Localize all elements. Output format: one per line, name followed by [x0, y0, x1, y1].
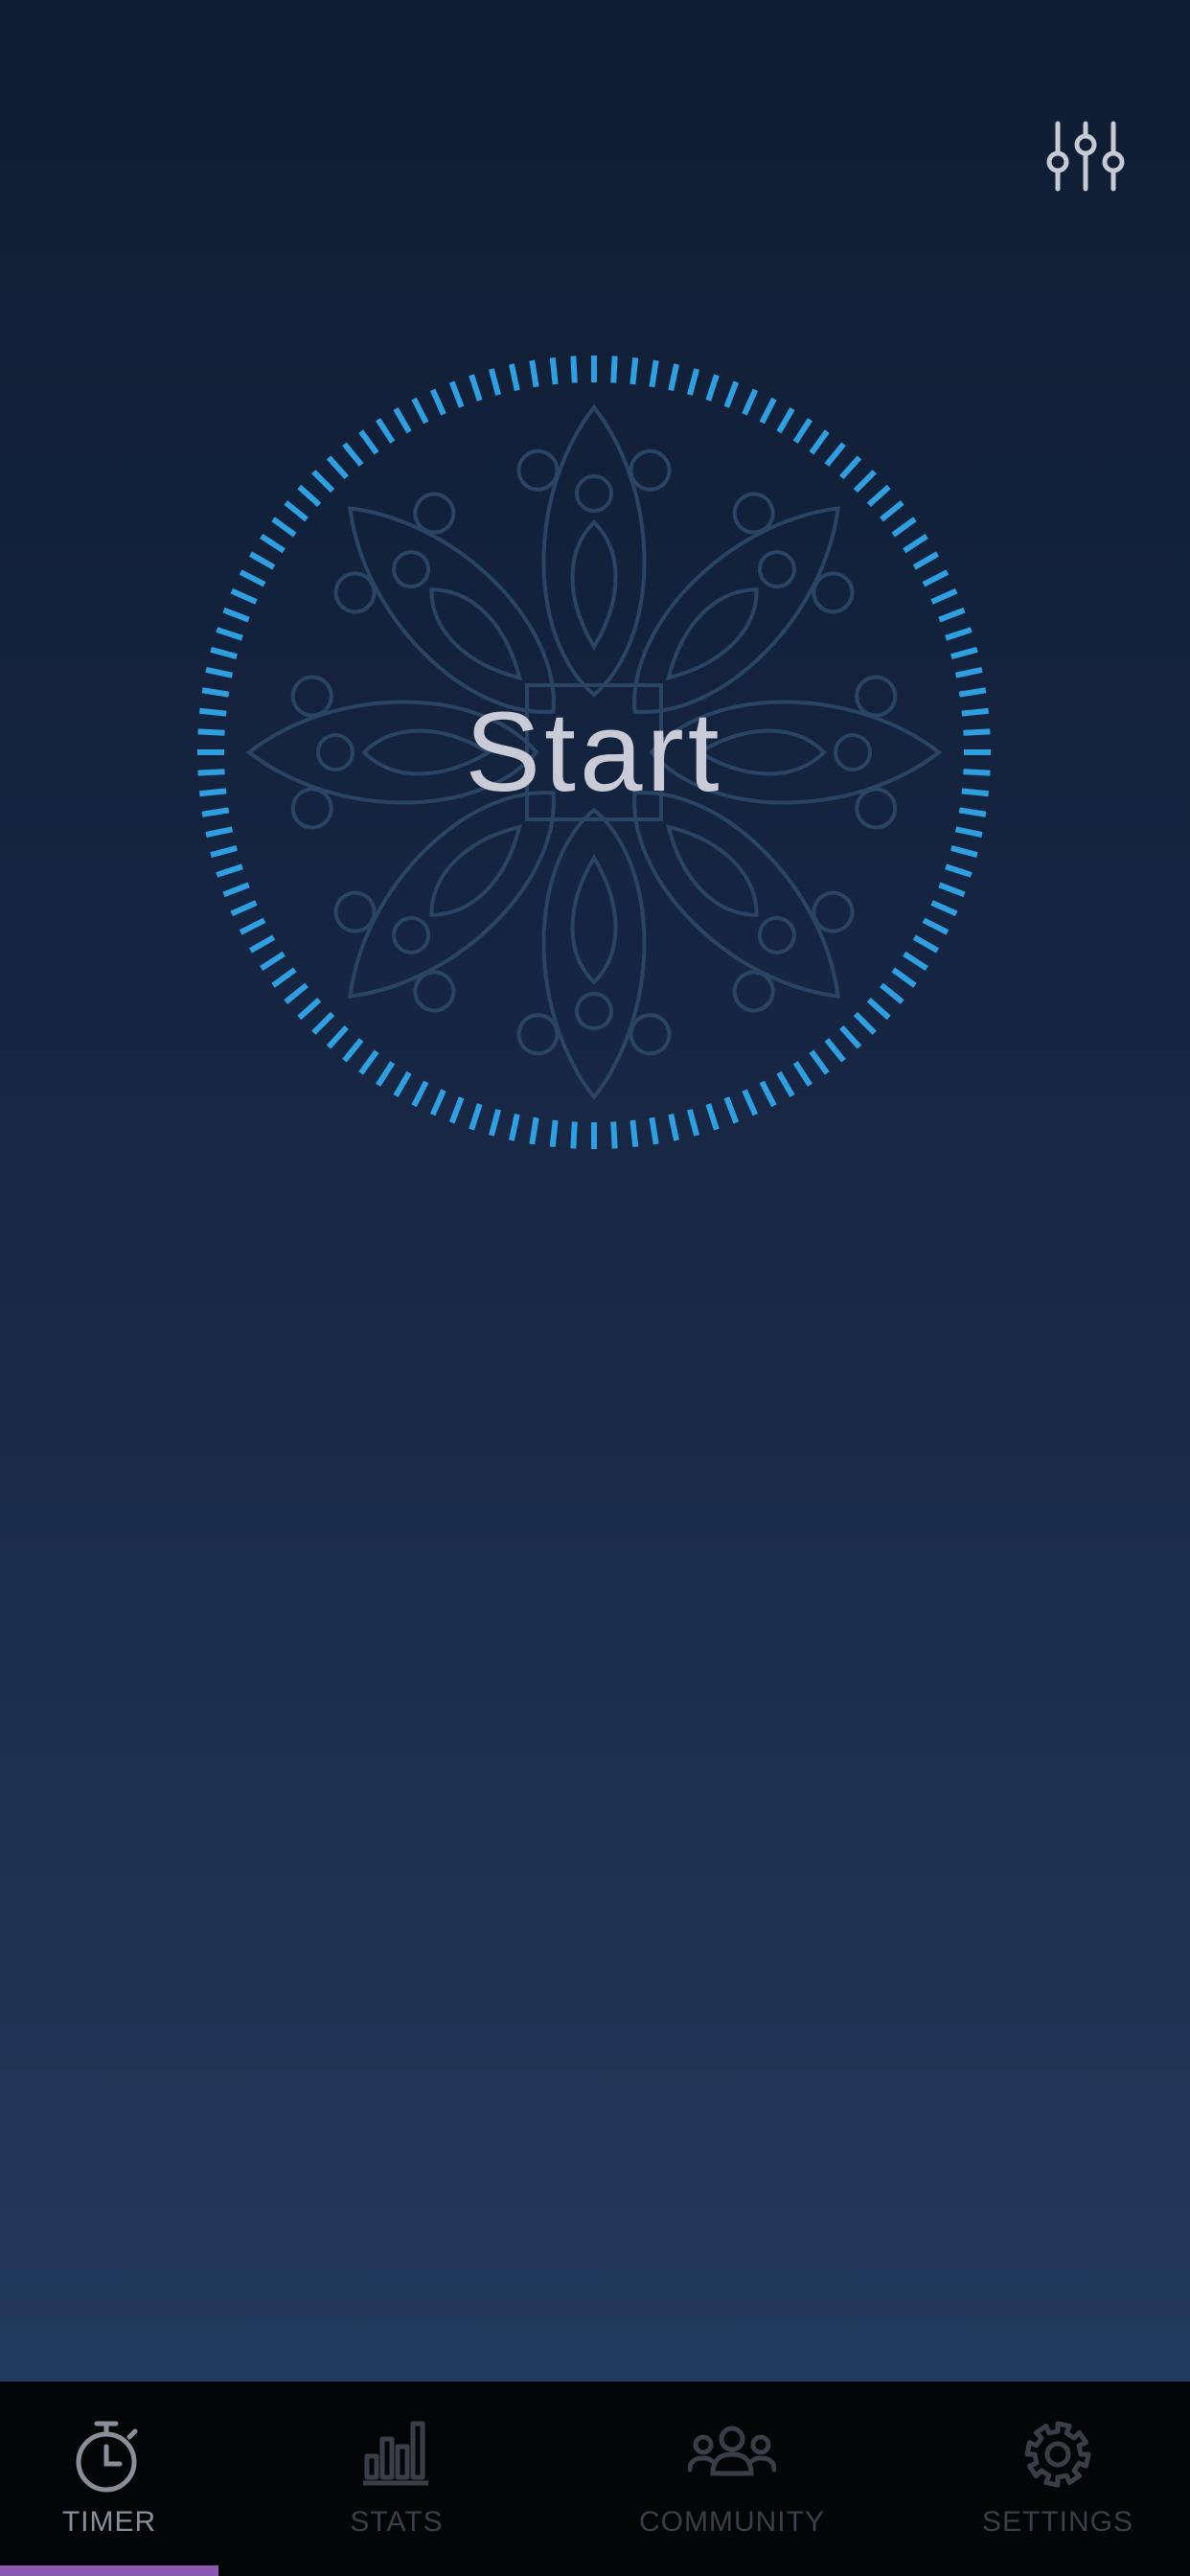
- people-icon: [688, 2426, 776, 2476]
- tab-community[interactable]: COMMUNITY: [623, 2381, 841, 2576]
- bar-chart-icon: [363, 2421, 428, 2486]
- gear-icon: [1024, 2421, 1091, 2488]
- tab-label: STATS: [350, 2506, 444, 2538]
- tab-stats[interactable]: STATS: [287, 2381, 506, 2576]
- tab-label: TIMER: [61, 2506, 157, 2538]
- active-tab-indicator: [0, 2565, 218, 2576]
- tab-label: SETTINGS: [981, 2506, 1133, 2538]
- tab-label: COMMUNITY: [639, 2506, 825, 2538]
- tab-settings[interactable]: SETTINGS: [949, 2381, 1167, 2576]
- tab-bar: TIMER STATS COMMUNITY SETTINGS: [0, 2381, 1190, 2576]
- stopwatch-icon: [76, 2421, 138, 2493]
- start-button[interactable]: Start: [192, 350, 996, 1155]
- sliders-icon[interactable]: [1044, 120, 1127, 193]
- tab-timer[interactable]: TIMER: [0, 2381, 218, 2576]
